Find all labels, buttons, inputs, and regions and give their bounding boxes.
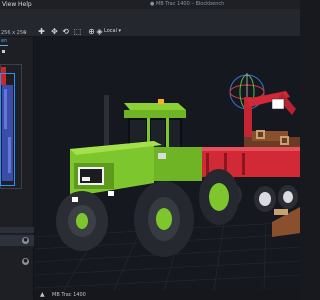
menu-help[interactable]: Help	[18, 0, 32, 9]
resize-icon[interactable]: ⬚	[73, 27, 82, 36]
3d-viewport[interactable]	[34, 37, 300, 290]
uv-texture-stripe	[8, 137, 11, 173]
uv-texture-stripe	[4, 89, 7, 129]
panel-tab[interactable]: en	[1, 38, 7, 44]
left-panel: en ● ●	[0, 37, 34, 300]
chevron-down-icon[interactable]: ▾	[24, 30, 27, 36]
transform-space-select[interactable]: Local ▾	[104, 27, 121, 36]
scene	[34, 73, 300, 290]
tractor	[56, 95, 239, 257]
move-icon[interactable]: ✥	[50, 27, 59, 36]
add-icon[interactable]: ✚	[37, 27, 46, 36]
texture-resolution[interactable]: 256 x 256	[1, 30, 26, 36]
transform-space-label: Local	[104, 28, 117, 34]
model-icon: ▲	[40, 291, 45, 298]
vertex-icon[interactable]: ◈	[95, 27, 104, 36]
blockbench-window: View Help ● MB Trac 1400 – Blockbench 25…	[0, 0, 300, 300]
logs	[244, 130, 300, 237]
outliner-header	[0, 227, 34, 233]
visibility-icon[interactable]: ●	[22, 258, 29, 265]
visibility-icon[interactable]: ●	[22, 237, 29, 244]
model-name: MB Trac 1400	[52, 292, 86, 298]
title-bar: View Help ● MB Trac 1400 – Blockbench	[0, 0, 300, 9]
panel-marker	[2, 50, 5, 53]
panel-tab-underline	[0, 45, 8, 46]
window-title: ● MB Trac 1400 – Blockbench	[150, 1, 225, 7]
toolbar: 256 x 256 ▾ ✚ ✥ ⟲ ⬚ ⊕ ◈ Local ▾	[0, 9, 300, 37]
rotate-icon[interactable]: ⟲	[61, 27, 70, 36]
menu-view[interactable]: View	[2, 0, 16, 9]
status-bar: ▲ MB Trac 1400	[34, 290, 300, 300]
